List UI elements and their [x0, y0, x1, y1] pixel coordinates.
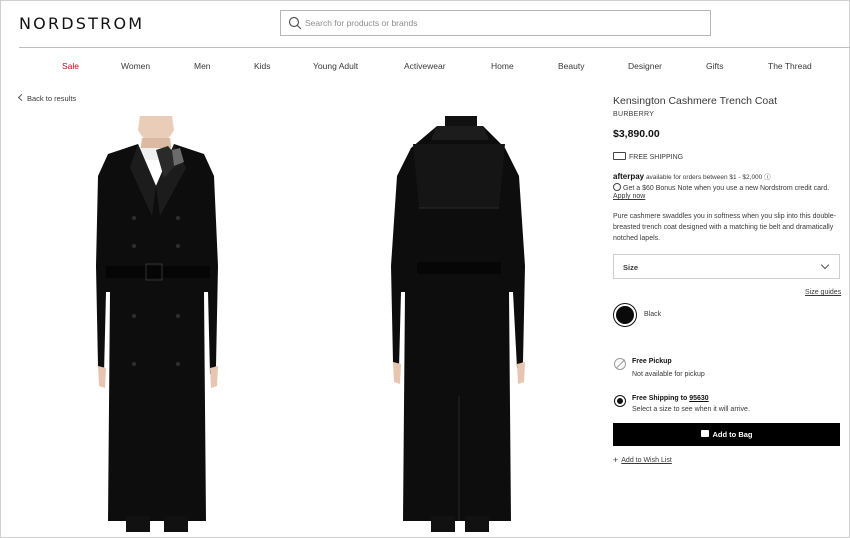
afterpay-text: available for orders between $1 - $2,000 — [645, 174, 763, 181]
search-placeholder: Search for products or brands — [305, 18, 418, 28]
color-swatch-black[interactable] — [613, 303, 637, 327]
back-to-results-link[interactable]: Back to results — [17, 93, 77, 103]
nav-item-gifts[interactable]: Gifts — [706, 61, 723, 71]
afterpay-logo: afterpay — [613, 172, 645, 181]
nav-item-sale[interactable]: Sale — [62, 61, 79, 71]
nav-item-home[interactable]: Home — [491, 61, 514, 71]
chevron-left-icon — [17, 93, 26, 102]
free-shipping-option-title: Free Shipping to 95630 — [632, 395, 709, 402]
nav-item-activewear[interactable]: Activewear — [404, 61, 446, 71]
search-input[interactable]: Search for products or brands — [280, 10, 711, 36]
free-shipping-badge: FREE SHIPPING — [613, 151, 683, 161]
afterpay-info: afterpay available for orders between $1… — [613, 171, 771, 181]
zip-code-link[interactable]: 95630 — [689, 395, 708, 402]
add-to-bag-label: Add to Bag — [712, 430, 753, 439]
nav-item-beauty[interactable]: Beauty — [558, 61, 584, 71]
color-swatch-label: Black — [644, 311, 662, 318]
free-pickup-subtitle: Not available for pickup — [632, 371, 705, 378]
nav-item-women[interactable]: Women — [121, 61, 150, 71]
chevron-down-icon — [820, 260, 830, 270]
truck-icon — [613, 152, 626, 160]
nav-item-young-adult[interactable]: Young Adult — [313, 61, 358, 71]
add-to-wish-list-label: Add to Wish List — [621, 457, 672, 464]
free-pickup-radio[interactable] — [614, 358, 626, 370]
back-to-results-label: Back to results — [27, 94, 77, 103]
bonus-note: Get a $60 Bonus Note when you use a new … — [613, 182, 829, 192]
plus-icon: + — [613, 455, 619, 465]
nav-item-designer[interactable]: Designer — [628, 61, 662, 71]
product-image-front[interactable] — [68, 116, 240, 532]
nav-item-men[interactable]: Men — [194, 61, 211, 71]
free-shipping-radio[interactable] — [614, 395, 626, 407]
header-divider — [19, 47, 850, 48]
product-image-back[interactable] — [373, 116, 545, 532]
size-select[interactable]: Size — [613, 254, 840, 279]
product-description: Pure cashmere swaddles you in softness w… — [613, 213, 836, 242]
shopping-bag-icon — [700, 430, 709, 437]
free-shipping-option-subtitle: Select a size to see when it will arrive… — [632, 406, 750, 413]
bonus-note-text: Get a $60 Bonus Note when you use a new … — [623, 185, 830, 192]
main-nav: Sale Women Men Kids Young Adult Activewe… — [0, 61, 850, 73]
free-pickup-title: Free Pickup — [632, 358, 672, 365]
search-icon — [288, 16, 302, 30]
add-to-bag-button[interactable]: Add to Bag — [613, 423, 840, 446]
apply-now-link[interactable]: Apply now — [613, 193, 645, 200]
product-brand[interactable]: BURBERRY — [613, 111, 654, 118]
product-price: $3,890.00 — [613, 128, 660, 140]
info-icon[interactable]: ⓘ — [764, 174, 771, 181]
nav-item-kids[interactable]: Kids — [254, 61, 271, 71]
product-title: Kensington Cashmere Trench Coat — [613, 95, 778, 107]
nordstrom-logo[interactable]: NORDSTROM — [19, 14, 144, 33]
size-select-label: Size — [623, 263, 639, 272]
add-to-wish-list-link[interactable]: + Add to Wish List — [613, 454, 672, 465]
nav-item-the-thread[interactable]: The Thread — [768, 61, 812, 71]
free-shipping-option-label: Free Shipping to — [632, 395, 688, 402]
free-shipping-label: FREE SHIPPING — [629, 154, 684, 161]
nordstrom-card-icon — [613, 183, 621, 191]
size-guides-link[interactable]: Size guides — [805, 289, 841, 296]
